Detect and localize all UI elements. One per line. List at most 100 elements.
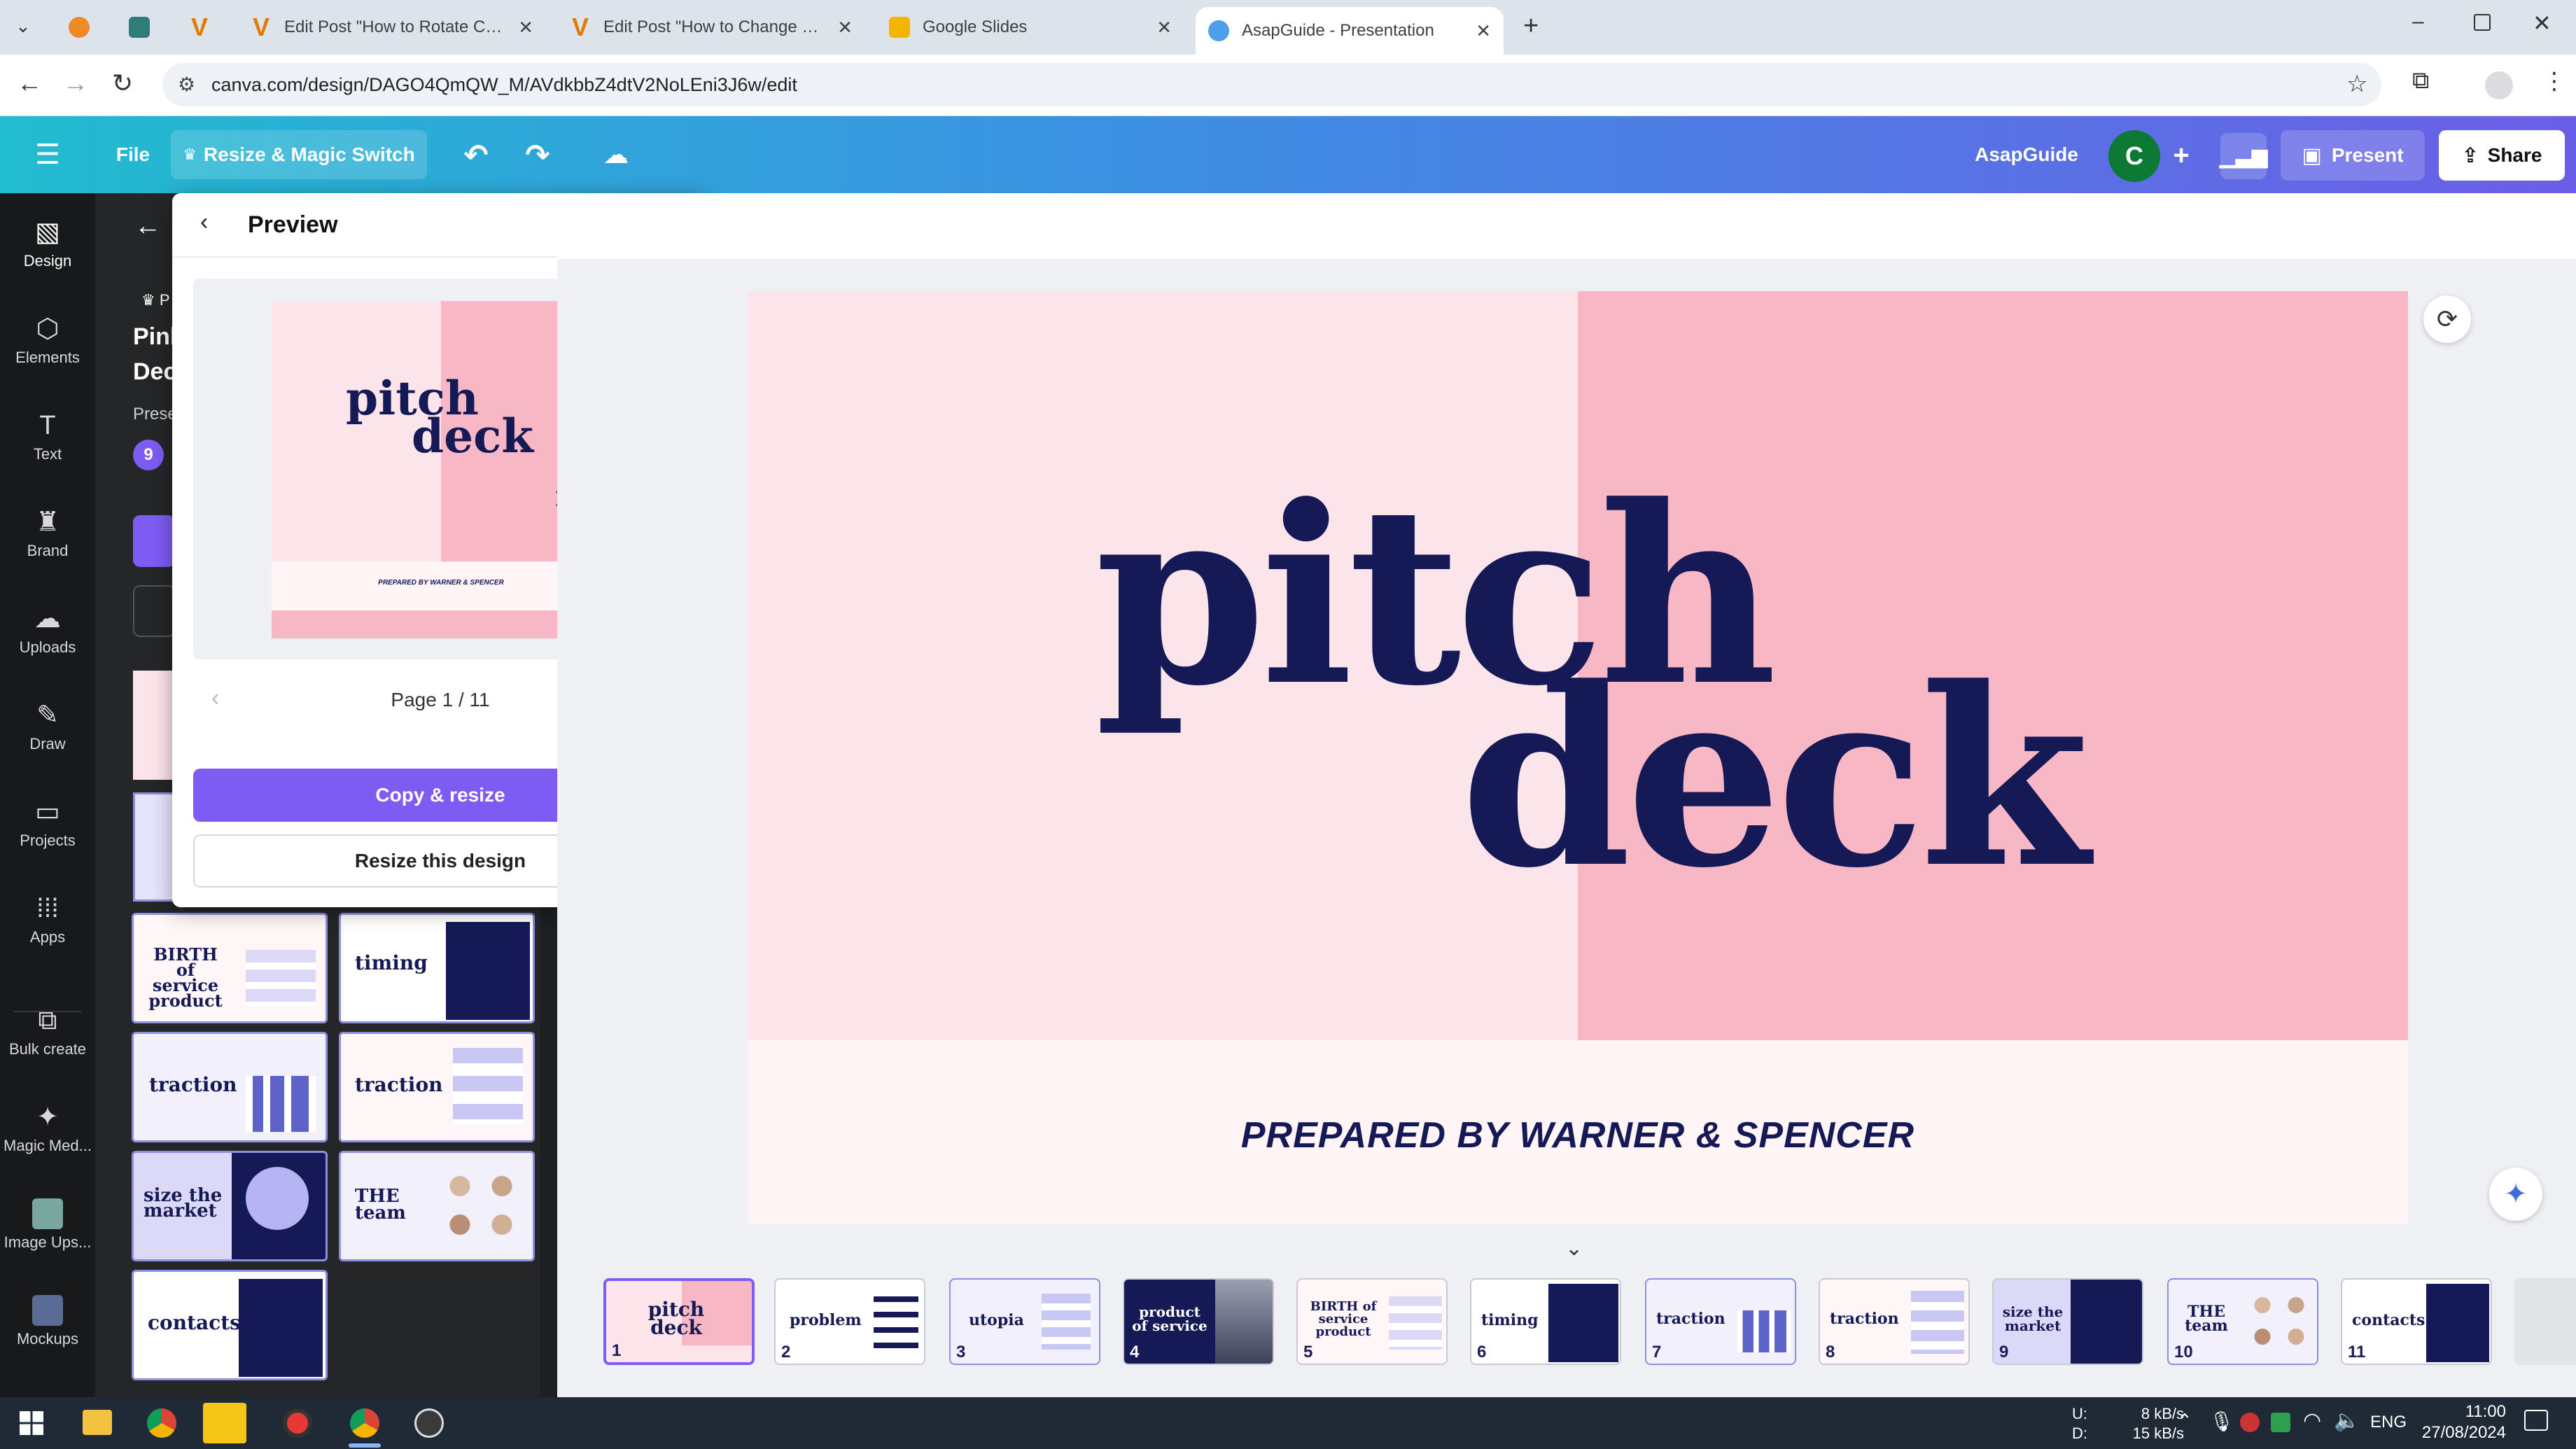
- tab-list-chevron-icon[interactable]: ⌄: [15, 15, 31, 37]
- gallery-thumb-size-market[interactable]: size the market: [132, 1151, 328, 1261]
- rail-text[interactable]: T Text: [0, 410, 95, 463]
- rail-draw[interactable]: ✎ Draw: [0, 700, 95, 753]
- magic-assistant-icon[interactable]: ✦: [2489, 1168, 2542, 1221]
- present-button[interactable]: ▣ Present: [2281, 130, 2425, 181]
- page-thumb-3[interactable]: utopia 3: [949, 1278, 1100, 1365]
- close-tab-icon[interactable]: ✕: [518, 17, 533, 38]
- back-icon[interactable]: ←: [17, 69, 42, 98]
- share-button[interactable]: ⇪ Share: [2439, 130, 2565, 181]
- gallery-thumb-traction-2[interactable]: traction: [339, 1032, 535, 1142]
- chrome-active-icon[interactable]: [350, 1408, 379, 1438]
- language-indicator[interactable]: ENG: [2370, 1413, 2407, 1432]
- clock[interactable]: 11:00 27/08/2024: [2408, 1401, 2506, 1443]
- slide-title-deck[interactable]: deck: [1460, 655, 2090, 900]
- page-thumb-2[interactable]: problem 2: [774, 1278, 925, 1365]
- collapse-pages-icon[interactable]: ⌄: [1565, 1236, 1583, 1261]
- slide-subtitle[interactable]: PREPARED BY WARNER & SPENCER: [748, 1114, 2408, 1156]
- volume-icon[interactable]: 🔈: [2334, 1408, 2360, 1433]
- extensions-icon[interactable]: ⧉: [2412, 67, 2429, 94]
- notifications-icon[interactable]: [2524, 1410, 2548, 1431]
- rail-projects[interactable]: ▭ Projects: [0, 797, 95, 850]
- page-thumb-9[interactable]: size the market 9: [1992, 1278, 2143, 1365]
- windows-start-icon[interactable]: [20, 1411, 43, 1435]
- tray-chevron-icon[interactable]: ⌃: [2177, 1410, 2192, 1432]
- add-page-thumb[interactable]: [2514, 1278, 2576, 1365]
- file-explorer-icon[interactable]: [83, 1410, 112, 1435]
- panel-thumb-partial[interactable]: [133, 671, 175, 780]
- tab-edit-post-rotate[interactable]: V Edit Post "How to Rotate Canva ✕: [238, 6, 546, 49]
- hamburger-menu-icon[interactable]: ☰: [28, 137, 67, 172]
- rail-uploads[interactable]: ☁ Uploads: [0, 603, 95, 657]
- gallery-thumb-timing[interactable]: timing: [339, 913, 535, 1023]
- page-thumb-11[interactable]: contacts 11: [2341, 1278, 2492, 1365]
- page-thumb-6[interactable]: timing 6: [1470, 1278, 1621, 1365]
- rail-magic-media[interactable]: ✦ Magic Med...: [0, 1102, 95, 1155]
- add-collaborator-icon[interactable]: +: [2163, 137, 2199, 174]
- redo-icon[interactable]: ↷: [517, 136, 559, 174]
- analytics-icon[interactable]: ▁▃▆: [2219, 133, 2268, 179]
- site-info-icon[interactable]: ⚙: [178, 73, 195, 96]
- rail-design[interactable]: ▧ Design: [0, 217, 95, 270]
- tray-app-icon[interactable]: [2240, 1413, 2260, 1432]
- preview-back-icon[interactable]: ‹: [200, 209, 208, 236]
- file-menu-button[interactable]: File: [98, 134, 168, 175]
- page-thumb-7[interactable]: traction 7: [1645, 1278, 1796, 1365]
- rail-bulk-create[interactable]: ⧉ Bulk create: [0, 1005, 95, 1058]
- browser-menu-icon[interactable]: ⋮: [2542, 67, 2566, 95]
- page-thumb-5[interactable]: BIRTH of service product 5: [1296, 1278, 1448, 1365]
- page-thumb-10[interactable]: THE team 10: [2167, 1278, 2318, 1365]
- chrome-icon[interactable]: [147, 1408, 176, 1438]
- rail-elements[interactable]: ⬡ Elements: [0, 314, 95, 367]
- gallery-thumb-contacts[interactable]: contacts: [132, 1270, 328, 1380]
- profile-icon[interactable]: [2485, 71, 2513, 99]
- tab-edit-post-change[interactable]: V Edit Post "How to Change Canv ✕: [557, 6, 865, 49]
- slide-canvas[interactable]: pitch deck PREPARED BY WARNER & SPENCER: [748, 291, 2408, 1224]
- avatar[interactable]: C: [2108, 130, 2160, 182]
- text-icon: T: [39, 411, 56, 440]
- close-window-icon[interactable]: ✕: [2533, 10, 2552, 36]
- page-thumb-1[interactable]: pitch deck 1: [603, 1278, 755, 1365]
- rail-brand[interactable]: ♜ Brand: [0, 507, 95, 560]
- close-tab-icon[interactable]: ✕: [837, 17, 853, 38]
- rail-label: Text: [33, 445, 62, 463]
- page-thumb-4[interactable]: product of service 4: [1123, 1278, 1274, 1365]
- minimize-icon[interactable]: –: [2412, 10, 2424, 34]
- panel-thumb-partial-2[interactable]: [133, 792, 175, 902]
- rail-mockups[interactable]: Mockups: [0, 1295, 95, 1348]
- gallery-thumb-traction[interactable]: traction: [132, 1032, 328, 1142]
- tab-asapguide-presentation[interactable]: AsapGuide - Presentation ✕: [1196, 7, 1504, 55]
- team-name[interactable]: AsapGuide: [1960, 134, 2093, 175]
- tray-app-icon-2[interactable]: [2271, 1413, 2290, 1432]
- wifi-icon[interactable]: ◠: [2303, 1408, 2321, 1433]
- rail-image-upscaler[interactable]: Image Ups...: [0, 1198, 95, 1252]
- forward-icon[interactable]: →: [63, 69, 88, 98]
- close-tab-icon[interactable]: ✕: [1476, 20, 1491, 42]
- rail-apps[interactable]: ⁞⁞⁞ Apps: [0, 893, 95, 946]
- sticky-app-icon[interactable]: [203, 1403, 246, 1443]
- gallery-thumb-birth[interactable]: BIRTH of service product: [132, 913, 328, 1023]
- page-thumb-8[interactable]: traction 8: [1819, 1278, 1970, 1365]
- record-app-icon[interactable]: [283, 1408, 312, 1438]
- tab-pinned-1[interactable]: [59, 6, 101, 49]
- refresh-suggest-icon[interactable]: ⟳: [2423, 295, 2471, 343]
- restore-icon[interactable]: [2474, 14, 2491, 31]
- tab-pinned-2[interactable]: [119, 6, 161, 49]
- microphone-icon[interactable]: 🎙: [2209, 1410, 2234, 1433]
- v-icon: V: [252, 13, 270, 41]
- reload-icon[interactable]: ↻: [112, 69, 133, 98]
- thumb-label: traction: [1656, 1310, 1726, 1328]
- tab-google-slides[interactable]: Google Slides ✕: [876, 6, 1184, 49]
- obs-app-icon[interactable]: [414, 1408, 444, 1438]
- cloud-saved-icon[interactable]: ☁: [595, 136, 637, 174]
- gallery-thumb-team[interactable]: THE team: [339, 1151, 535, 1261]
- url-field[interactable]: ⚙ canva.com/design/DAGO4QmQW_M/AVdkbbZ4d…: [162, 63, 2381, 106]
- undo-icon[interactable]: ↶: [455, 136, 497, 174]
- close-tab-icon[interactable]: ✕: [1156, 17, 1172, 38]
- resize-magic-switch-button[interactable]: ♛ Resize & Magic Switch: [171, 130, 427, 179]
- panel-outline-button[interactable]: [133, 585, 175, 637]
- bookmark-star-icon[interactable]: ☆: [2346, 70, 2367, 98]
- new-tab-icon[interactable]: +: [1523, 11, 1539, 41]
- panel-purple-button[interactable]: [133, 515, 175, 567]
- panel-back-icon[interactable]: ←: [134, 211, 161, 241]
- tab-pinned-3[interactable]: V: [179, 6, 221, 49]
